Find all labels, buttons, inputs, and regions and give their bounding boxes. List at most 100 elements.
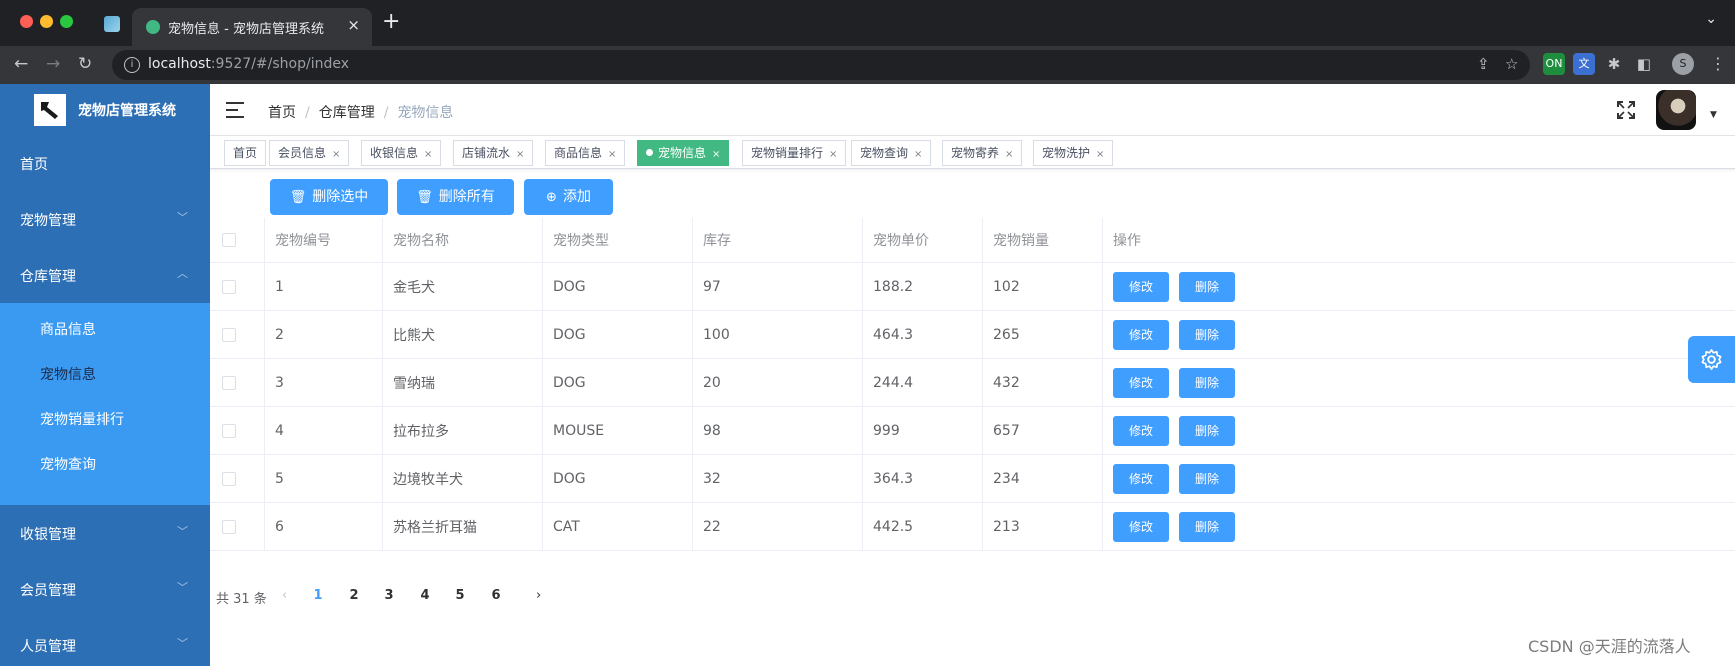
row-checkbox[interactable] (222, 375, 236, 390)
row-checkbox-cell (210, 359, 265, 406)
row-checkbox[interactable] (222, 519, 236, 534)
price-cell: 442.5 (863, 503, 983, 550)
active-dot-icon (646, 149, 653, 156)
tag-close-icon[interactable]: × (1096, 149, 1104, 160)
delete-selected-button[interactable]: 🗑 删除选中 (270, 179, 388, 215)
row-checkbox-cell (210, 311, 265, 358)
sidebar-item-staff[interactable]: 人员管理 ﹀ (0, 617, 210, 666)
tag-pet-boarding[interactable]: 宠物寄养 × (942, 140, 1023, 166)
sidebar-item-warehouse[interactable]: 仓库管理 ︿ (0, 247, 210, 303)
page-number-4[interactable]: 4 (413, 588, 437, 603)
page-number-3[interactable]: 3 (377, 588, 401, 603)
caret-down-icon[interactable]: ▼ (1710, 110, 1717, 120)
actions-cell: 修改 删除 (1103, 311, 1735, 358)
edit-button[interactable]: 修改 (1113, 367, 1169, 398)
back-arrow-icon[interactable]: ← (14, 54, 28, 74)
page-number-5[interactable]: 5 (448, 588, 472, 603)
row-checkbox[interactable] (222, 471, 236, 486)
row-checkbox[interactable] (222, 423, 236, 438)
row-checkbox[interactable] (222, 279, 236, 294)
tag-close-icon[interactable]: × (332, 149, 340, 160)
share-icon[interactable]: ⇪ (1477, 55, 1490, 73)
page-number-2[interactable]: 2 (342, 588, 366, 603)
tag-member-info[interactable]: 会员信息 × (269, 140, 350, 166)
delete-button[interactable]: 删除 (1179, 271, 1235, 302)
browser-menu-icon[interactable]: ⋮ (1710, 54, 1726, 73)
reload-icon[interactable]: ↻ (78, 54, 92, 74)
button-label: 删除选中 (312, 189, 369, 205)
breadcrumb-home[interactable]: 首页 (268, 105, 296, 121)
new-tab-button[interactable]: + (382, 9, 400, 34)
settings-button[interactable] (1688, 336, 1735, 383)
delete-button[interactable]: 删除 (1179, 367, 1235, 398)
url-input[interactable]: i localhost:9527/#/shop/index ⇪ ☆ (112, 50, 1530, 80)
tag-close-icon[interactable]: × (829, 149, 837, 160)
tag-close-icon[interactable]: × (424, 149, 432, 160)
tag-shop-flow[interactable]: 店铺流水 × (453, 140, 534, 166)
extensions-puzzle-icon[interactable]: ✱ (1603, 53, 1625, 75)
tab-search-chevron-icon[interactable]: ⌄ (1705, 11, 1717, 27)
edit-button[interactable]: 修改 (1113, 271, 1169, 302)
profile-avatar[interactable]: S (1672, 53, 1694, 75)
tag-goods-info[interactable]: 商品信息 × (545, 140, 626, 166)
tag-close-icon[interactable]: × (712, 149, 720, 160)
sidebar-item-pet-management[interactable]: 宠物管理 ﹀ (0, 191, 210, 247)
page-number-6[interactable]: 6 (484, 588, 508, 603)
bookmark-star-icon[interactable]: ☆ (1505, 55, 1518, 73)
tag-close-icon[interactable]: × (914, 149, 922, 160)
delete-button[interactable]: 删除 (1179, 415, 1235, 446)
forward-arrow-icon[interactable]: → (46, 54, 60, 74)
user-avatar[interactable] (1656, 90, 1696, 130)
sidebar-item-cashier[interactable]: 收银管理 ﹀ (0, 505, 210, 561)
edit-button[interactable]: 修改 (1113, 463, 1169, 494)
page-number-1[interactable]: 1 (306, 588, 330, 603)
tag-label: 宠物信息 (658, 146, 707, 160)
tag-close-icon[interactable]: × (516, 149, 524, 160)
delete-all-button[interactable]: 🗑 删除所有 (397, 179, 514, 215)
sidebar-item-members[interactable]: 会员管理 ﹀ (0, 561, 210, 617)
delete-button[interactable]: 删除 (1179, 511, 1235, 542)
tag-pet-query[interactable]: 宠物查询 × (851, 140, 932, 166)
fullscreen-icon[interactable] (1616, 100, 1636, 120)
close-window-button[interactable] (20, 15, 33, 28)
next-page-icon[interactable]: › (536, 588, 541, 603)
extension-on-icon[interactable]: ON (1543, 53, 1565, 75)
maximize-window-button[interactable] (60, 15, 73, 28)
submenu-item-goods[interactable]: 商品信息 (0, 303, 210, 353)
tag-cashier-info[interactable]: 收银信息 × (361, 140, 442, 166)
sidebar-logo[interactable]: 宠物店管理系统 (0, 84, 210, 134)
side-panel-icon[interactable]: ◧ (1633, 53, 1655, 75)
tag-close-icon[interactable]: × (1005, 149, 1013, 160)
edit-button[interactable]: 修改 (1113, 319, 1169, 350)
sales-cell: 234 (983, 455, 1103, 502)
edit-button[interactable]: 修改 (1113, 415, 1169, 446)
add-button[interactable]: ⊕ 添加 (524, 179, 613, 215)
tag-label: 宠物销量排行 (751, 146, 824, 160)
tag-pet-grooming[interactable]: 宠物洗护 × (1033, 140, 1114, 166)
tag-close-icon[interactable]: × (608, 149, 616, 160)
sidebar-item-home[interactable]: 首页 (0, 135, 210, 191)
hamburger-menu-icon[interactable] (226, 102, 244, 118)
tag-pet-sales-rank[interactable]: 宠物销量排行 × (742, 140, 847, 166)
submenu-item-pet-query[interactable]: 宠物查询 (0, 438, 210, 488)
prev-page-icon[interactable]: ‹ (282, 588, 287, 603)
delete-button[interactable]: 删除 (1179, 319, 1235, 350)
sidebar-item-label: 宠物管理 (20, 213, 76, 229)
tag-home[interactable]: 首页 (224, 140, 267, 166)
table-row: 2 比熊犬 DOG 100 464.3 265 修改 删除 (210, 311, 1735, 359)
submenu-item-pet-info[interactable]: 宠物信息 (0, 348, 210, 398)
pinned-tab-icon[interactable] (104, 16, 120, 32)
select-all-checkbox[interactable] (222, 233, 236, 247)
browser-tab-active[interactable]: 宠物信息 - 宠物店管理系统 × (132, 8, 372, 46)
tag-pet-info[interactable]: 宠物信息 × (637, 140, 730, 166)
translate-extension-icon[interactable]: 文 (1573, 53, 1595, 75)
minimize-window-button[interactable] (40, 15, 53, 28)
row-checkbox[interactable] (222, 327, 236, 342)
tab-close-button[interactable]: × (347, 16, 360, 34)
pet-id-cell: 2 (265, 311, 383, 358)
delete-button[interactable]: 删除 (1179, 463, 1235, 494)
site-info-icon[interactable]: i (124, 57, 140, 73)
breadcrumb-warehouse[interactable]: 仓库管理 (319, 105, 375, 121)
edit-button[interactable]: 修改 (1113, 511, 1169, 542)
submenu-item-pet-sales-rank[interactable]: 宠物销量排行 (0, 393, 210, 443)
